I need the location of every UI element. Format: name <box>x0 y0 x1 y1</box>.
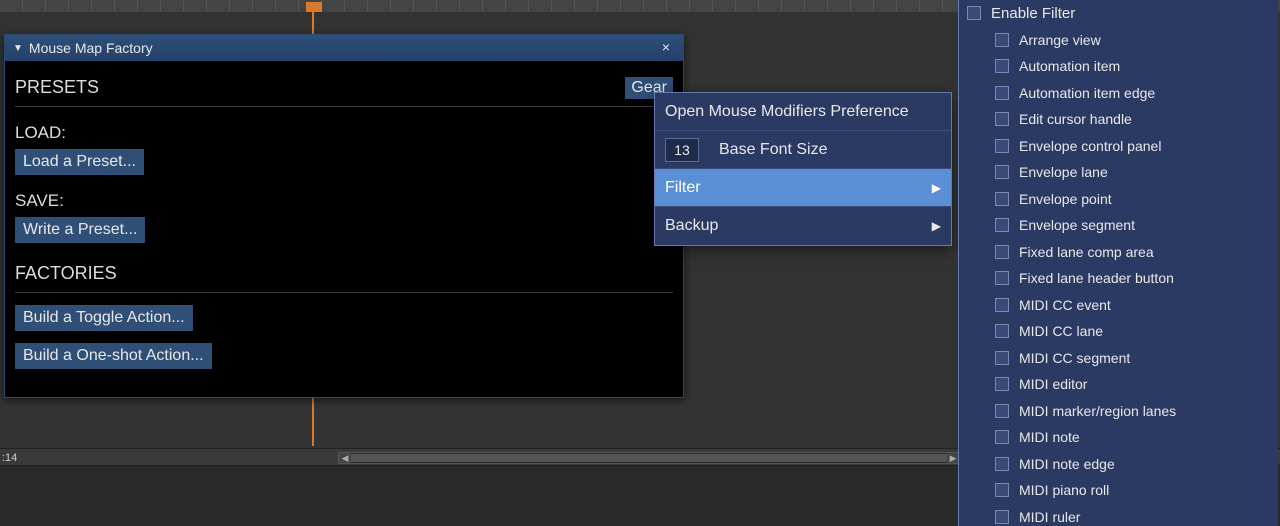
filter-item[interactable]: Envelope segment <box>959 212 1278 239</box>
filter-item[interactable]: MIDI marker/region lanes <box>959 398 1278 425</box>
timeline-time-label: :14 <box>0 449 17 467</box>
save-label: SAVE: <box>15 185 673 215</box>
filter-item[interactable]: MIDI CC lane <box>959 318 1278 345</box>
build-toggle-action-button[interactable]: Build a Toggle Action... <box>15 305 193 331</box>
write-preset-button[interactable]: Write a Preset... <box>15 217 145 243</box>
menu-item-label: Base Font Size <box>719 141 828 159</box>
window-titlebar[interactable]: ▼ Mouse Map Factory × <box>5 35 683 61</box>
filter-item-enable[interactable]: Enable Filter <box>959 0 1278 27</box>
filter-item-label: Envelope lane <box>1019 164 1108 180</box>
factories-header: FACTORIES <box>15 257 673 290</box>
checkbox-icon[interactable] <box>995 59 1009 73</box>
scroll-left-icon[interactable]: ◀ <box>339 453 351 463</box>
filter-item[interactable]: Edit cursor handle <box>959 106 1278 133</box>
checkbox-icon[interactable] <box>995 510 1009 524</box>
checkbox-icon[interactable] <box>967 6 981 20</box>
filter-item-label: MIDI marker/region lanes <box>1019 403 1176 419</box>
gear-menu: Open Mouse Modifiers Preference Base Fon… <box>654 92 952 246</box>
divider <box>15 106 673 107</box>
filter-item[interactable]: Automation item <box>959 53 1278 80</box>
filter-item[interactable]: MIDI CC event <box>959 292 1278 319</box>
filter-item-label: MIDI CC event <box>1019 297 1111 313</box>
checkbox-icon[interactable] <box>995 86 1009 100</box>
filter-item[interactable]: Arrange view <box>959 27 1278 54</box>
filter-item-label: Envelope segment <box>1019 217 1135 233</box>
scrollbar-thumb[interactable] <box>351 454 947 462</box>
filter-item-label: MIDI ruler <box>1019 509 1080 525</box>
menu-item-label: Backup <box>665 217 718 235</box>
filter-submenu: Enable Filter Arrange view Automation ite… <box>958 0 1278 526</box>
filter-item-label: Automation item <box>1019 58 1120 74</box>
filter-item[interactable]: MIDI CC segment <box>959 345 1278 372</box>
filter-item[interactable]: Fixed lane header button <box>959 265 1278 292</box>
submenu-arrow-icon: ▶ <box>932 219 941 233</box>
filter-item[interactable]: Envelope point <box>959 186 1278 213</box>
filter-item[interactable]: Envelope lane <box>959 159 1278 186</box>
font-size-input[interactable] <box>665 138 699 162</box>
filter-item[interactable]: MIDI piano roll <box>959 477 1278 504</box>
collapse-icon[interactable]: ▼ <box>13 43 23 54</box>
checkbox-icon[interactable] <box>995 324 1009 338</box>
filter-item-label: Arrange view <box>1019 32 1101 48</box>
filter-item-label: Automation item edge <box>1019 85 1155 101</box>
menu-item-open-mouse-modifiers[interactable]: Open Mouse Modifiers Preference <box>655 93 951 131</box>
filter-item[interactable]: Automation item edge <box>959 80 1278 107</box>
menu-item-backup[interactable]: Backup ▶ <box>655 207 951 245</box>
checkbox-icon[interactable] <box>995 112 1009 126</box>
filter-item-label: Edit cursor handle <box>1019 111 1132 127</box>
filter-item-label: Fixed lane header button <box>1019 270 1174 286</box>
filter-item[interactable]: MIDI ruler <box>959 504 1278 526</box>
filter-item-label: MIDI editor <box>1019 376 1087 392</box>
checkbox-icon[interactable] <box>995 298 1009 312</box>
filter-item-label: MIDI piano roll <box>1019 482 1109 498</box>
mouse-map-factory-window: ▼ Mouse Map Factory × PRESETS Gear LOAD:… <box>4 34 684 398</box>
checkbox-icon[interactable] <box>995 165 1009 179</box>
presets-header: PRESETS <box>15 71 99 104</box>
filter-item[interactable]: MIDI note <box>959 424 1278 451</box>
checkbox-icon[interactable] <box>995 245 1009 259</box>
divider <box>15 292 673 293</box>
filter-item[interactable]: MIDI editor <box>959 371 1278 398</box>
close-icon[interactable]: × <box>657 39 675 57</box>
menu-item-filter[interactable]: Filter ▶ <box>655 169 951 207</box>
checkbox-icon[interactable] <box>995 351 1009 365</box>
window-title: Mouse Map Factory <box>29 40 153 56</box>
load-preset-button[interactable]: Load a Preset... <box>15 149 144 175</box>
playhead-marker[interactable] <box>306 2 322 12</box>
checkbox-icon[interactable] <box>995 218 1009 232</box>
checkbox-icon[interactable] <box>995 139 1009 153</box>
load-label: LOAD: <box>15 117 673 147</box>
checkbox-icon[interactable] <box>995 430 1009 444</box>
window-body: PRESETS Gear LOAD: Load a Preset... SAVE… <box>5 61 683 397</box>
filter-item[interactable]: Envelope control panel <box>959 133 1278 160</box>
filter-item-label: Envelope point <box>1019 191 1112 207</box>
checkbox-icon[interactable] <box>995 33 1009 47</box>
menu-item-label: Open Mouse Modifiers Preference <box>665 103 909 121</box>
checkbox-icon[interactable] <box>995 457 1009 471</box>
filter-item-label: Envelope control panel <box>1019 138 1161 154</box>
filter-item-label: MIDI CC segment <box>1019 350 1130 366</box>
horizontal-scrollbar[interactable]: ◀ ▶ <box>338 452 960 464</box>
filter-item-label: MIDI note <box>1019 429 1080 445</box>
checkbox-icon[interactable] <box>995 483 1009 497</box>
filter-item-label: MIDI CC lane <box>1019 323 1103 339</box>
checkbox-icon[interactable] <box>995 192 1009 206</box>
menu-item-base-font-size[interactable]: Base Font Size <box>655 131 951 169</box>
filter-item-label: Fixed lane comp area <box>1019 244 1154 260</box>
menu-item-label: Filter <box>665 179 701 197</box>
filter-item[interactable]: MIDI note edge <box>959 451 1278 478</box>
filter-item-label: MIDI note edge <box>1019 456 1115 472</box>
filter-item[interactable]: Fixed lane comp area <box>959 239 1278 266</box>
build-oneshot-action-button[interactable]: Build a One-shot Action... <box>15 343 212 369</box>
submenu-arrow-icon: ▶ <box>932 181 941 195</box>
checkbox-icon[interactable] <box>995 377 1009 391</box>
checkbox-icon[interactable] <box>995 271 1009 285</box>
filter-item-label: Enable Filter <box>991 5 1075 22</box>
checkbox-icon[interactable] <box>995 404 1009 418</box>
